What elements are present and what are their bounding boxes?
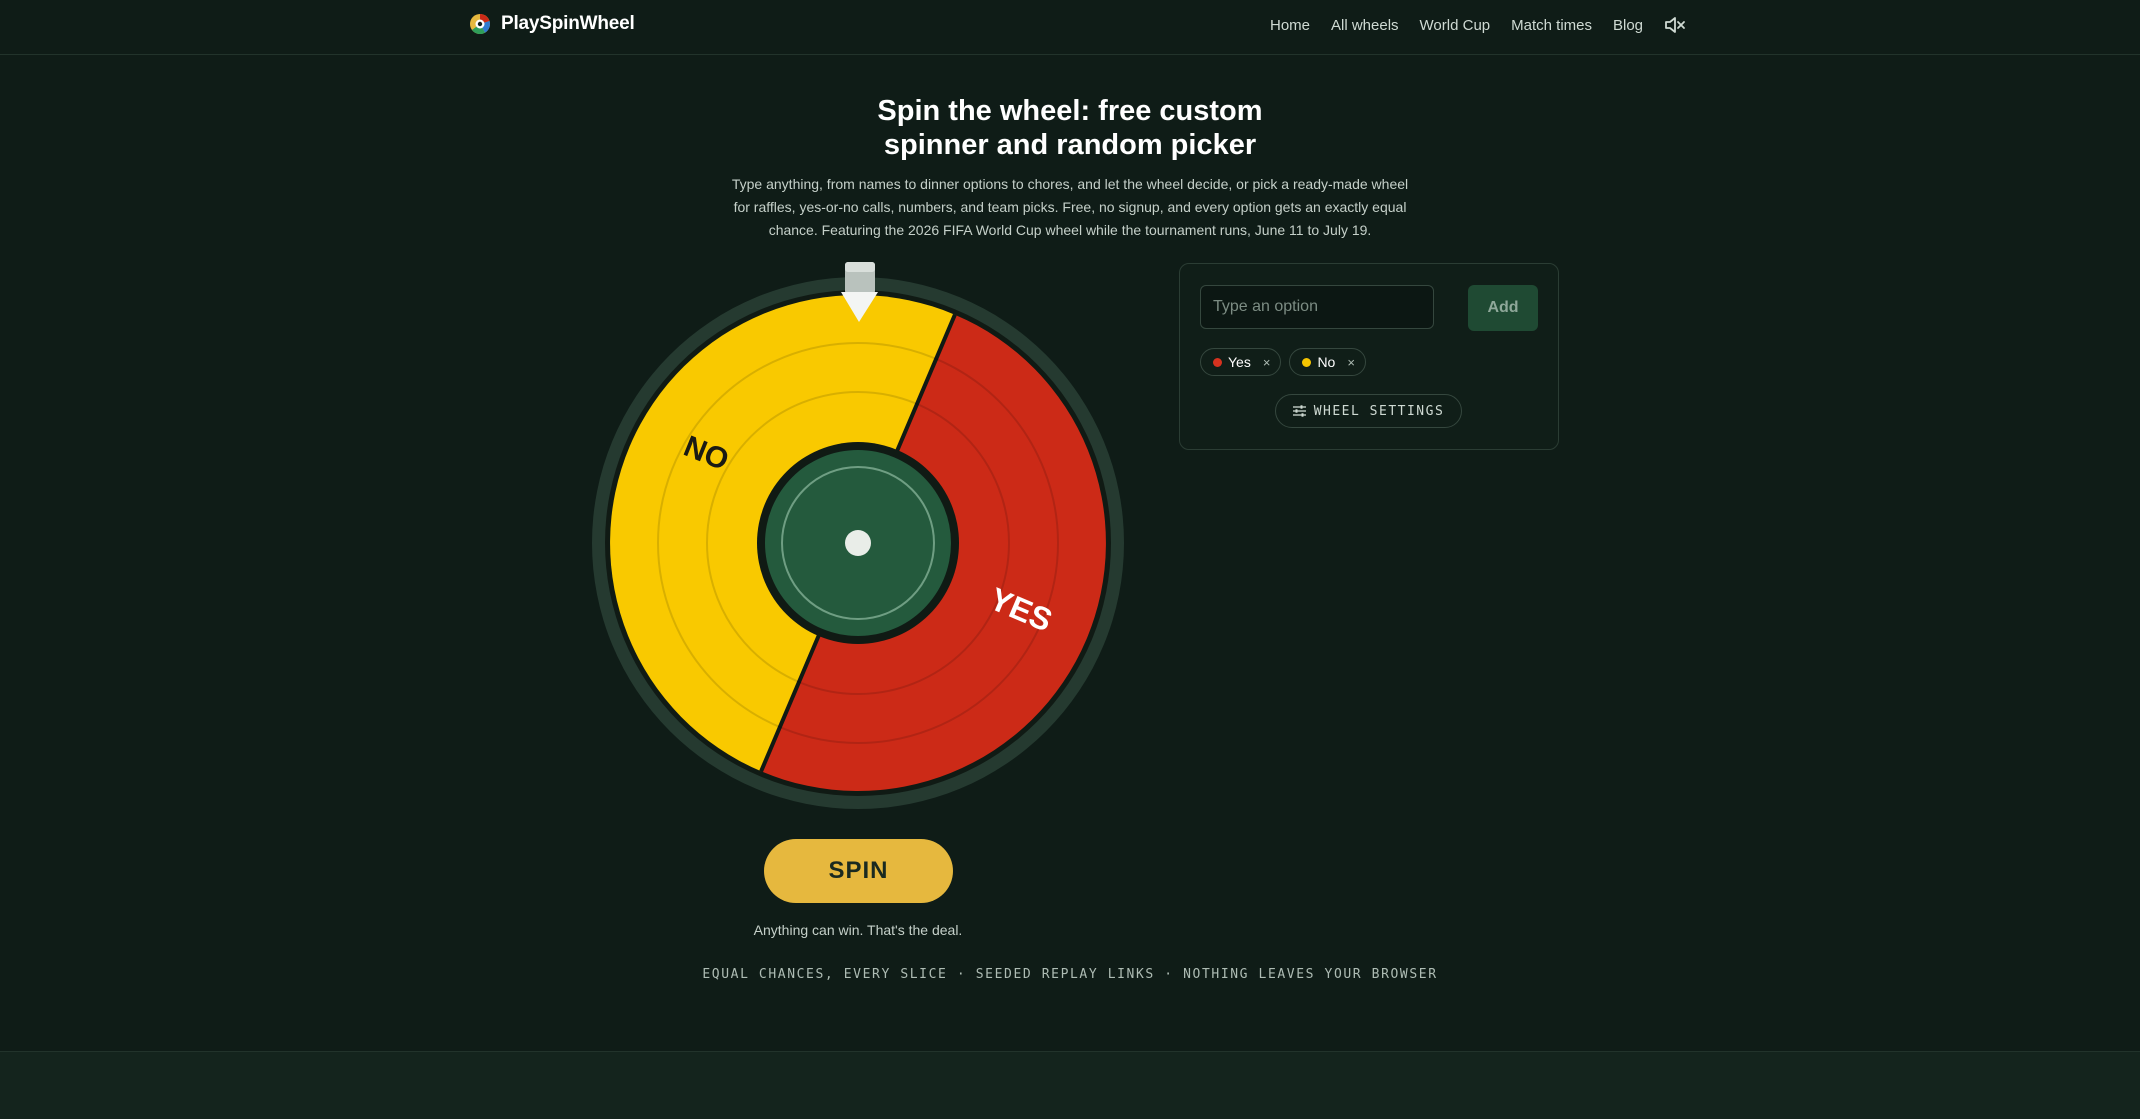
nav-blog[interactable]: Blog <box>1613 17 1643 34</box>
nav-all-wheels[interactable]: All wheels <box>1331 17 1399 34</box>
brand-name: PlaySpinWheel <box>501 13 635 34</box>
option-chips: Yes × No × <box>1200 348 1366 376</box>
remove-option-icon[interactable]: × <box>1347 355 1355 370</box>
spin-tagline: Anything can win. That's the deal. <box>753 922 963 938</box>
option-input[interactable] <box>1200 285 1434 329</box>
option-chip-yes: Yes × <box>1200 348 1282 376</box>
sliders-icon <box>1292 405 1306 417</box>
nav-home[interactable]: Home <box>1270 17 1310 34</box>
spin-button[interactable]: SPIN <box>764 839 953 903</box>
wheel-settings-button[interactable]: WHEEL SETTINGS <box>1275 394 1462 428</box>
option-chip-no: No × <box>1289 348 1366 376</box>
brand[interactable]: PlaySpinWheel <box>469 13 635 35</box>
main-nav: Home All wheels World Cup Match times Bl… <box>1270 15 1686 35</box>
nav-world-cup[interactable]: World Cup <box>1420 17 1491 34</box>
wheel-center-dot <box>845 530 871 556</box>
option-chip-label: No <box>1317 354 1336 370</box>
option-color-dot <box>1213 357 1222 367</box>
footer-band <box>0 1051 2140 1119</box>
page-title-line-2: spinner and random picker <box>883 129 1257 161</box>
option-chip-label: Yes <box>1228 354 1251 370</box>
page-title-line-1: Spin the wheel: free custom <box>877 95 1263 127</box>
add-option-button[interactable]: Add <box>1468 285 1538 331</box>
feature-strip: EQUAL CHANCES, EVERY SLICE · SEEDED REPL… <box>702 967 1438 982</box>
page-title: Spin the wheel: free custom spinner and … <box>770 94 1370 162</box>
top-navigation-bar: PlaySpinWheel Home All wheels World Cup … <box>0 0 2140 55</box>
wheel-settings-label: WHEEL SETTINGS <box>1313 403 1445 419</box>
brand-logo-icon <box>470 14 490 35</box>
speaker-muted-icon[interactable] <box>1664 15 1686 35</box>
remove-option-icon[interactable]: × <box>1263 355 1271 370</box>
spin-wheel[interactable]: NO YES <box>592 262 1126 820</box>
page-description: Type anything, from names to dinner opti… <box>731 176 1409 238</box>
options-panel: Add Yes × No × WHEEL SETTINGS <box>1179 263 1559 450</box>
option-color-dot <box>1302 357 1312 367</box>
nav-match-times[interactable]: Match times <box>1511 17 1592 34</box>
